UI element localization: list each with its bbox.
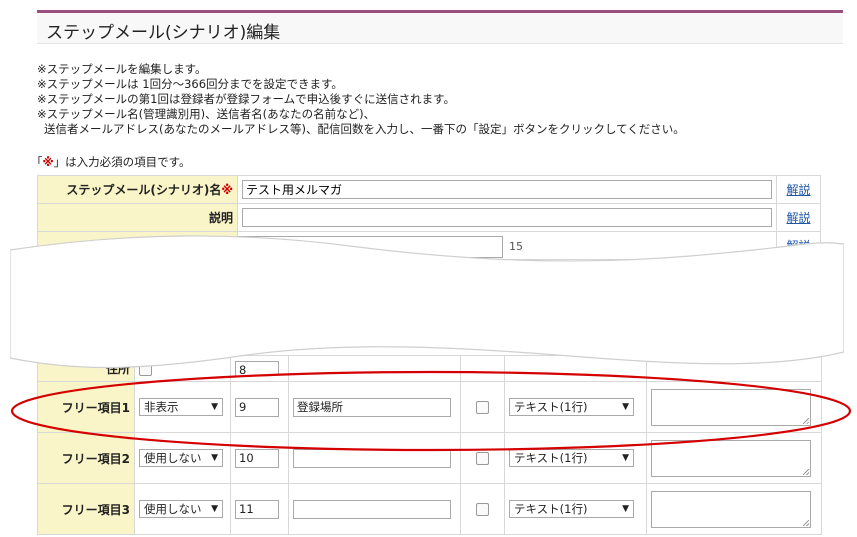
chevron-down-icon: ▼ [622, 504, 629, 514]
type-select[interactable]: テキスト(1行) ▼ [509, 398, 634, 416]
note-line: ※ステップメールは 1回分～366回分までを設定できます。 [37, 77, 343, 91]
note-line: 送信者メールアドレス(あなたのメールアドレス等)、配信回数を入力し、一番下の「設… [44, 122, 685, 136]
chevron-down-icon: ▼ [622, 453, 629, 463]
required-checkbox[interactable] [476, 401, 489, 414]
field-label: フリー項目1 [37, 381, 135, 433]
field-name-input[interactable] [293, 448, 451, 468]
order-input[interactable]: 10 [235, 448, 279, 468]
description-row: 説明 解説 [37, 203, 821, 232]
options-textarea[interactable] [651, 490, 811, 528]
required-mark: ※ [42, 155, 54, 169]
order-input[interactable]: 11 [235, 499, 279, 519]
display-select[interactable]: 使用しない ▼ [139, 449, 223, 467]
field-label: フリー項目2 [37, 432, 135, 484]
chevron-down-icon: ▼ [211, 402, 218, 412]
display-select[interactable]: 非表示 ▼ [139, 398, 223, 416]
help-link[interactable]: 解説 [786, 211, 810, 225]
help-link[interactable]: 解説 [786, 183, 810, 197]
description-label: 説明 [37, 203, 238, 232]
page-title-bar: ステップメール(シナリオ)編集 [37, 10, 843, 44]
chevron-down-icon: ▼ [211, 453, 218, 463]
note-line: ※ステップメール名(管理識別用)、送信者名(あなたの名前など)、 [37, 107, 376, 121]
scenario-name-row: ステップメール(シナリオ)名※ 解説 [37, 175, 821, 204]
display-select[interactable]: 使用しない ▼ [139, 500, 223, 518]
required-checkbox[interactable] [476, 503, 489, 516]
required-note: 「※」は入力必須の項目です。 [31, 155, 191, 169]
note-line: ※ステップメールを編集します。 [37, 62, 207, 76]
torn-paper-overlay [10, 235, 844, 369]
field-row-free3: フリー項目3 使用しない ▼ 11 テキスト(1行) ▼ [37, 483, 822, 535]
chevron-down-icon: ▼ [622, 402, 629, 412]
options-textarea[interactable] [651, 439, 811, 477]
scenario-name-input[interactable] [242, 180, 772, 199]
chevron-down-icon: ▼ [211, 504, 218, 514]
field-settings-table: 住所 8 フリー項目1 非表示 ▼ 9 登録場所 テキスト(1行) ▼ フリー項目2… [37, 355, 822, 535]
required-checkbox[interactable] [476, 452, 489, 465]
scenario-name-label: ステップメール(シナリオ)名※ [37, 175, 238, 204]
instructions: ※ステップメールを編集します。 ※ステップメールは 1回分～366回分までを設定… [37, 62, 837, 137]
options-textarea[interactable] [651, 388, 811, 426]
field-row-free1: フリー項目1 非表示 ▼ 9 登録場所 テキスト(1行) ▼ [37, 381, 822, 433]
type-select[interactable]: テキスト(1行) ▼ [509, 449, 634, 467]
field-row-free2: フリー項目2 使用しない ▼ 10 テキスト(1行) ▼ [37, 432, 822, 484]
required-mark: ※ [221, 183, 233, 197]
note-line: ※ステップメールの第1回は登録者が登録フォームで申込後すぐに送信されます。 [37, 92, 455, 106]
field-name-input[interactable] [293, 499, 451, 519]
field-label: フリー項目3 [37, 483, 135, 535]
page-title: ステップメール(シナリオ)編集 [46, 23, 281, 43]
type-select[interactable]: テキスト(1行) ▼ [509, 500, 634, 518]
field-name-input[interactable]: 登録場所 [293, 397, 451, 417]
description-input[interactable] [242, 208, 772, 227]
order-input[interactable]: 9 [235, 397, 279, 417]
